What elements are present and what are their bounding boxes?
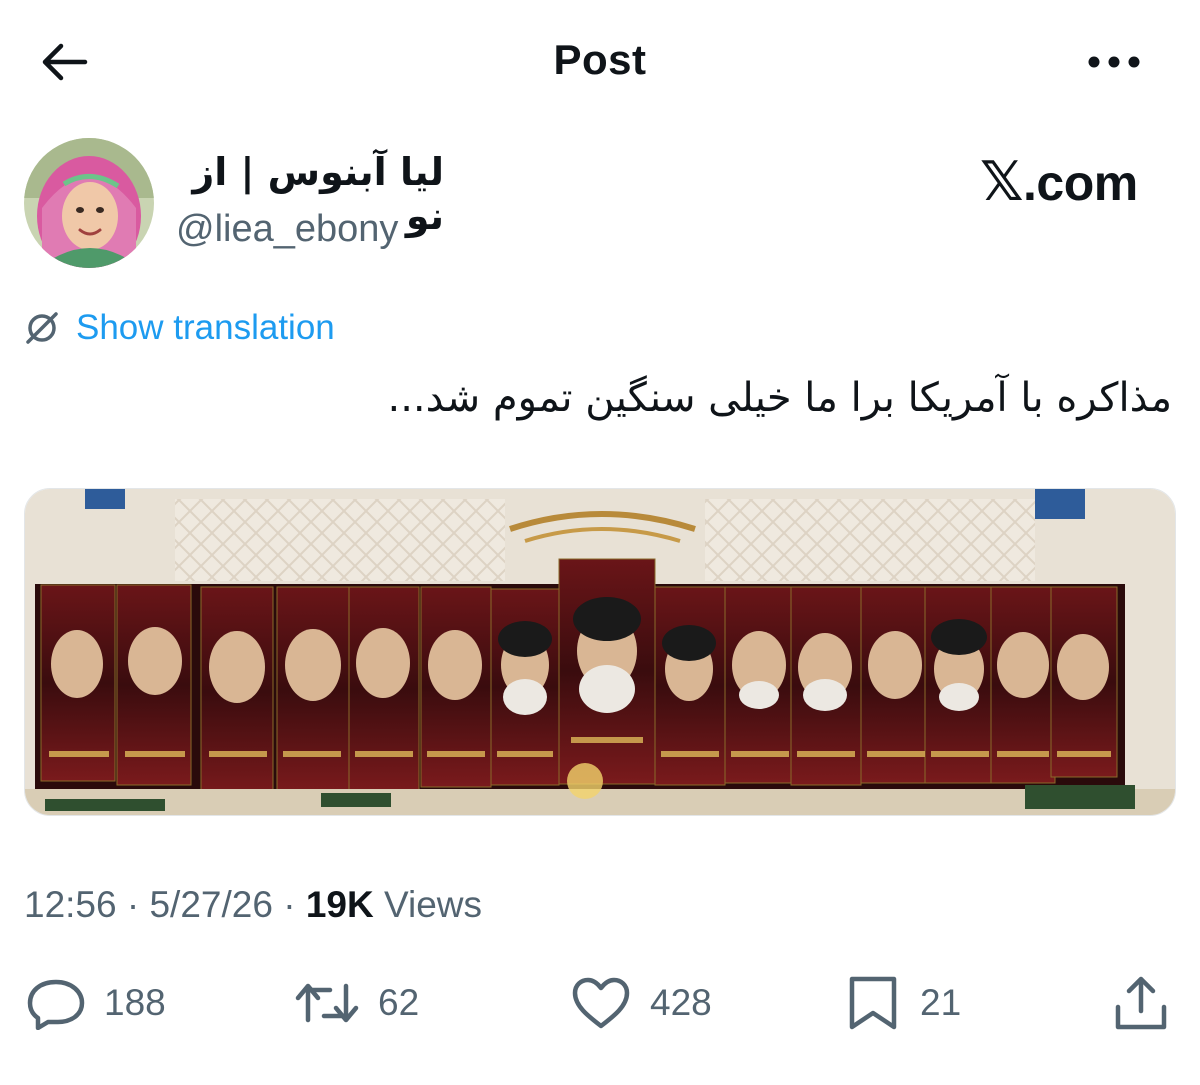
- like-count: 428: [650, 982, 712, 1023]
- banner-row: [40, 558, 1118, 798]
- reply-button[interactable]: 188: [26, 968, 166, 1038]
- views-label: Views: [384, 884, 483, 925]
- tweet-text: مذاکره با آمریکا برا ما خیلی سنگین تموم …: [387, 375, 1172, 421]
- share-icon: [1115, 976, 1167, 1030]
- more-options-button[interactable]: [1082, 40, 1146, 84]
- tweet-photo[interactable]: [24, 488, 1176, 816]
- x-logo-icon: 𝕏: [980, 150, 1024, 213]
- action-bar: 188 62 428 21: [0, 968, 1200, 1038]
- bookmark-count: 21: [920, 982, 962, 1023]
- repost-count: 62: [378, 982, 420, 1023]
- watermark-domain: .com: [1023, 155, 1138, 211]
- reply-count: 188: [104, 982, 166, 1023]
- page-title: Post: [553, 36, 647, 83]
- bookmark-button[interactable]: 21: [844, 968, 961, 1038]
- show-translation-link[interactable]: Show translation: [22, 306, 335, 350]
- share-button[interactable]: [1112, 968, 1170, 1038]
- author-handle[interactable]: @liea_ebony: [176, 208, 398, 251]
- tweet-time[interactable]: 12:56: [24, 884, 117, 925]
- avatar[interactable]: [24, 138, 154, 268]
- avatar-image: [24, 138, 154, 268]
- views-count: 19K: [305, 884, 374, 925]
- separator: ·: [126, 884, 140, 925]
- x-watermark: 𝕏.com: [980, 150, 1138, 213]
- top-bar: Post: [0, 0, 1200, 120]
- reply-icon: [27, 979, 85, 1030]
- like-button[interactable]: 428: [570, 968, 712, 1038]
- show-translation-label: Show translation: [76, 308, 335, 347]
- tweet-date[interactable]: 5/27/26: [149, 884, 272, 925]
- more-horizontal-icon: [1088, 56, 1140, 68]
- bookmark-icon: [849, 976, 897, 1030]
- repost-icon: [295, 983, 359, 1023]
- heart-icon: [572, 977, 630, 1029]
- repost-button[interactable]: 62: [294, 968, 419, 1038]
- tweet-meta: 12:56 · 5/27/26 · 19K Views: [24, 884, 482, 926]
- separator: ·: [283, 884, 296, 925]
- photo-image: [25, 489, 1175, 815]
- globe-slash-icon: [26, 312, 58, 344]
